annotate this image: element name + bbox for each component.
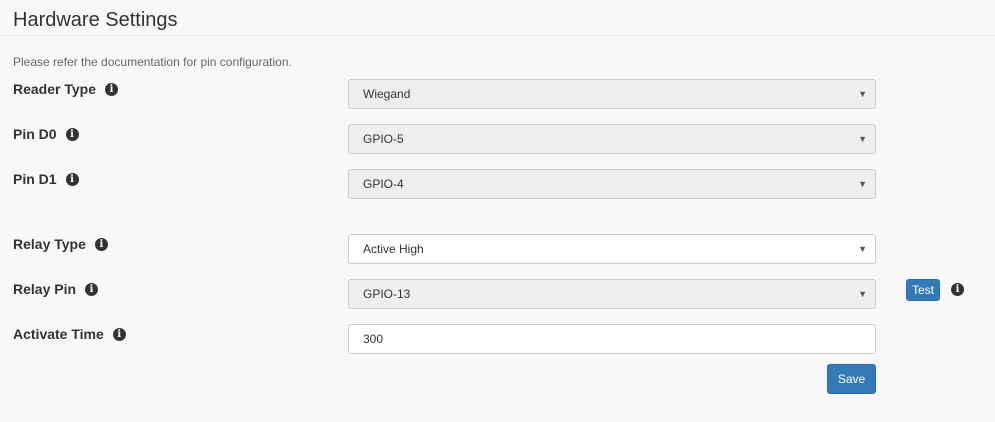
- relay-pin-label: Relay Pin i: [13, 281, 99, 297]
- activate-time-label-text: Activate Time: [13, 326, 104, 342]
- test-relay-button[interactable]: Test: [906, 279, 940, 301]
- info-icon[interactable]: i: [951, 283, 964, 296]
- info-icon[interactable]: i: [65, 127, 79, 141]
- caret-down-icon: ▼: [858, 134, 867, 144]
- info-icon[interactable]: i: [85, 282, 99, 296]
- relay-type-select[interactable]: Active High ▼: [348, 234, 876, 264]
- relay-type-label-text: Relay Type: [13, 236, 86, 252]
- pin-d1-label-text: Pin D1: [13, 171, 57, 187]
- relay-type-value: Active High: [363, 242, 424, 256]
- save-button[interactable]: Save: [827, 364, 876, 394]
- activate-time-label: Activate Time i: [13, 326, 126, 342]
- caret-down-icon: ▼: [858, 179, 867, 189]
- info-icon[interactable]: i: [112, 327, 126, 341]
- activate-time-input[interactable]: 300: [348, 324, 876, 354]
- pin-d0-select[interactable]: GPIO-5 ▼: [348, 124, 876, 154]
- caret-down-icon: ▼: [858, 289, 867, 299]
- pin-d0-label-text: Pin D0: [13, 126, 57, 142]
- pin-config-note: Please refer the documentation for pin c…: [13, 55, 292, 69]
- caret-down-icon: ▼: [858, 89, 867, 99]
- info-icon[interactable]: i: [94, 237, 108, 251]
- relay-pin-select[interactable]: GPIO-13 ▼: [348, 279, 876, 309]
- info-icon[interactable]: i: [65, 172, 79, 186]
- pin-d0-label: Pin D0 i: [13, 126, 79, 142]
- reader-type-value: Wiegand: [363, 87, 411, 101]
- relay-type-label: Relay Type i: [13, 236, 108, 252]
- caret-down-icon: ▼: [858, 244, 867, 254]
- hardware-settings-page: Hardware Settings Please refer the docum…: [0, 0, 995, 422]
- relay-pin-value: GPIO-13: [363, 287, 411, 301]
- reader-type-label: Reader Type i: [13, 81, 118, 97]
- title-divider: [0, 35, 995, 36]
- page-title: Hardware Settings: [13, 9, 178, 31]
- relay-pin-label-text: Relay Pin: [13, 281, 77, 297]
- pin-d1-value: GPIO-4: [363, 177, 404, 191]
- info-icon[interactable]: i: [105, 82, 118, 96]
- reader-type-label-text: Reader Type: [13, 81, 96, 97]
- pin-d0-value: GPIO-5: [363, 132, 404, 146]
- reader-type-select[interactable]: Wiegand ▼: [348, 79, 876, 109]
- pin-d1-select[interactable]: GPIO-4 ▼: [348, 169, 876, 199]
- pin-d1-label: Pin D1 i: [13, 171, 79, 187]
